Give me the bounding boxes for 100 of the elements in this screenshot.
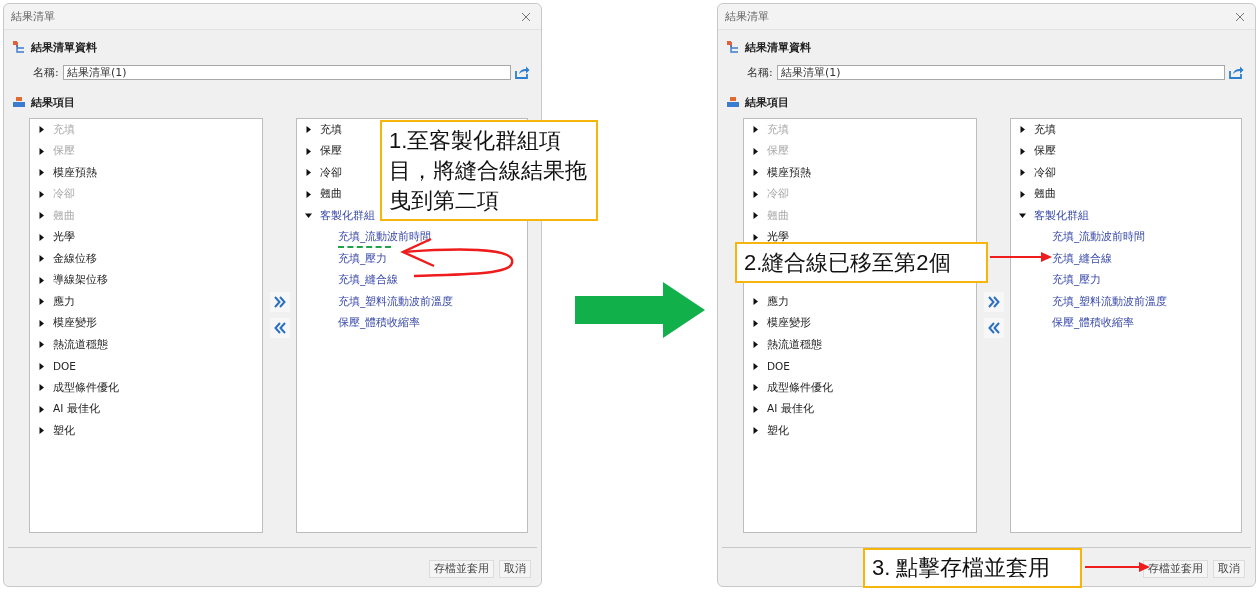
- tree-item[interactable]: 客製化群組: [1034, 208, 1089, 223]
- expand-icon[interactable]: [1019, 212, 1026, 220]
- cancel-button[interactable]: 取消: [1213, 560, 1245, 578]
- expand-icon[interactable]: [752, 298, 759, 306]
- tree-item[interactable]: AI 最佳化: [767, 402, 814, 417]
- tree-item[interactable]: 應力: [53, 294, 75, 309]
- tree-item[interactable]: DOE: [53, 360, 76, 373]
- tree-item[interactable]: 冷卻: [320, 165, 342, 180]
- tree-item[interactable]: 塑化: [53, 423, 75, 438]
- tree-item[interactable]: 保壓: [1034, 144, 1056, 159]
- section-heading: 結果項目: [745, 94, 789, 110]
- tree-item[interactable]: 冷卻: [1034, 165, 1056, 180]
- add-button[interactable]: [269, 291, 290, 312]
- expand-icon[interactable]: [38, 255, 45, 263]
- tree-item[interactable]: 充填_流動波前時間: [1052, 230, 1146, 245]
- expand-icon[interactable]: [1019, 147, 1026, 155]
- expand-icon[interactable]: [305, 126, 312, 134]
- expand-icon[interactable]: [1019, 190, 1026, 198]
- pointer-arrow: [989, 252, 1052, 262]
- window-title: 結果清單: [11, 9, 55, 24]
- tree-item[interactable]: 保壓: [320, 144, 342, 159]
- expand-icon[interactable]: [752, 233, 759, 241]
- expand-icon[interactable]: [752, 405, 759, 413]
- expand-icon[interactable]: [38, 276, 45, 284]
- tree-item[interactable]: 模座變形: [767, 316, 811, 331]
- close-icon[interactable]: [1235, 11, 1245, 22]
- tree-item[interactable]: 保壓_體積收縮率: [1052, 316, 1135, 331]
- tree-item[interactable]: 充填_壓力: [338, 251, 388, 266]
- tree-item[interactable]: 充填_縫合線: [338, 273, 399, 288]
- tree-item[interactable]: AI 最佳化: [53, 402, 100, 417]
- tree-item[interactable]: 金線位移: [53, 251, 97, 266]
- tree-item[interactable]: 充填_塑料流動波前溫度: [338, 294, 454, 309]
- remove-button[interactable]: [269, 317, 290, 338]
- callout-note: 1.至客製化群組項目，將縫合線結果拖曳到第二項: [380, 120, 598, 221]
- tree-item[interactable]: 模座預熱: [767, 165, 811, 180]
- tree-item[interactable]: 光學: [53, 230, 75, 245]
- callout-note: 3. 點擊存檔並套用: [863, 548, 1082, 588]
- tree-item[interactable]: DOE: [767, 360, 790, 373]
- tree-item[interactable]: 翹曲: [1034, 187, 1056, 202]
- expand-icon[interactable]: [305, 169, 312, 177]
- tree-item[interactable]: 充填_縫合線: [1052, 251, 1113, 266]
- export-icon[interactable]: [1229, 65, 1244, 79]
- tree-item[interactable]: 充填_塑料流動波前溫度: [1052, 294, 1168, 309]
- tree-item[interactable]: 塑化: [767, 423, 789, 438]
- expand-icon[interactable]: [38, 319, 45, 327]
- tree-item[interactable]: 客製化群組: [320, 208, 375, 223]
- expand-icon[interactable]: [752, 362, 759, 370]
- tree-item[interactable]: 熱流道穩態: [767, 337, 822, 352]
- field-label: 名稱:: [747, 64, 773, 80]
- tree-item[interactable]: 翹曲: [320, 187, 342, 202]
- expand-icon[interactable]: [752, 341, 759, 349]
- expand-icon[interactable]: [38, 427, 45, 435]
- section-heading: 結果清單資料: [745, 39, 811, 55]
- expand-icon[interactable]: [38, 169, 45, 177]
- callout-note: 2.縫合線已移至第2個: [735, 242, 988, 283]
- name-field[interactable]: 結果清單(1): [777, 64, 1225, 80]
- name-field[interactable]: 結果清單(1): [63, 64, 511, 80]
- add-button[interactable]: [983, 291, 1004, 312]
- tree-item[interactable]: 成型條件優化: [767, 380, 833, 395]
- expand-icon[interactable]: [1019, 126, 1026, 134]
- expand-icon[interactable]: [305, 147, 312, 155]
- section-heading: 結果項目: [31, 94, 75, 110]
- tree-item[interactable]: 光學: [767, 230, 789, 245]
- expand-icon[interactable]: [305, 190, 312, 198]
- tree-item[interactable]: 充填_壓力: [1052, 273, 1102, 288]
- section-heading: 結果清單資料: [31, 39, 97, 55]
- expand-icon[interactable]: [752, 427, 759, 435]
- window-title: 結果清單: [725, 9, 769, 24]
- export-icon[interactable]: [515, 65, 530, 79]
- tree-icon: [12, 40, 26, 54]
- expand-icon[interactable]: [752, 169, 759, 177]
- expand-icon[interactable]: [38, 341, 45, 349]
- expand-icon[interactable]: [38, 233, 45, 241]
- expand-icon[interactable]: [305, 212, 312, 220]
- expand-icon[interactable]: [752, 384, 759, 392]
- close-icon[interactable]: [521, 11, 531, 22]
- layers-icon: [12, 96, 26, 108]
- remove-button[interactable]: [983, 317, 1004, 338]
- tree-item[interactable]: 成型條件優化: [53, 380, 119, 395]
- tree-icon: [726, 40, 740, 54]
- expand-icon[interactable]: [38, 362, 45, 370]
- tree-item[interactable]: 熱流道穩態: [53, 337, 108, 352]
- expand-icon[interactable]: [752, 319, 759, 327]
- field-label: 名稱:: [33, 64, 59, 80]
- tree-item[interactable]: 充填: [320, 122, 342, 137]
- tree-item[interactable]: 導線架位移: [53, 273, 108, 288]
- save-apply-button[interactable]: 存檔並套用: [1143, 560, 1208, 578]
- tree-item[interactable]: 充填: [1034, 122, 1056, 137]
- expand-icon[interactable]: [38, 405, 45, 413]
- tree-item[interactable]: 模座變形: [53, 316, 97, 331]
- expand-icon[interactable]: [38, 384, 45, 392]
- expand-icon[interactable]: [38, 298, 45, 306]
- tree-item[interactable]: 保壓_體積收縮率: [338, 316, 421, 331]
- cancel-button[interactable]: 取消: [499, 560, 531, 578]
- save-apply-button[interactable]: 存檔並套用: [429, 560, 494, 578]
- pointer-arrow: [1084, 562, 1150, 572]
- tree-item[interactable]: 充填_流動波前時間: [338, 230, 432, 245]
- tree-item[interactable]: 應力: [767, 294, 789, 309]
- tree-item[interactable]: 模座預熱: [53, 165, 97, 180]
- expand-icon[interactable]: [1019, 169, 1026, 177]
